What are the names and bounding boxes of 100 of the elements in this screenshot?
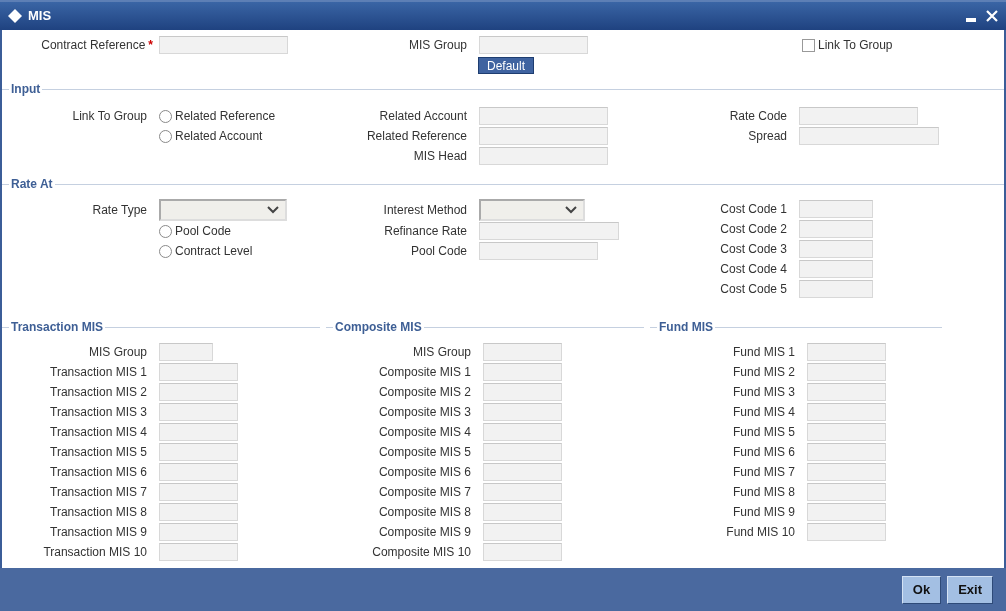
field-label: Fund MIS 4 xyxy=(731,404,796,421)
input-field[interactable] xyxy=(807,363,886,381)
input-field[interactable] xyxy=(479,107,608,125)
field-label: Link To Group xyxy=(71,108,148,125)
minimize-icon[interactable] xyxy=(966,18,976,22)
field-label: Transaction MIS 5 xyxy=(49,444,148,461)
field-label: Transaction MIS 8 xyxy=(49,504,148,521)
field-label: Transaction MIS 9 xyxy=(49,524,148,541)
input-field[interactable] xyxy=(807,443,886,461)
field-label: Transaction MIS 7 xyxy=(49,484,148,501)
dropdown-field[interactable] xyxy=(159,199,287,221)
input-field[interactable] xyxy=(807,403,886,421)
field-label: MIS Group xyxy=(87,344,148,361)
section-title: Input xyxy=(10,81,42,98)
radio-button[interactable] xyxy=(159,129,172,143)
input-field[interactable] xyxy=(799,260,873,278)
input-field[interactable] xyxy=(159,403,238,421)
field-label: Cost Code 2 xyxy=(719,221,788,238)
input-field[interactable] xyxy=(799,107,918,125)
input-field[interactable] xyxy=(807,523,886,541)
input-field[interactable] xyxy=(159,523,238,541)
input-field[interactable] xyxy=(483,363,562,381)
input-field[interactable] xyxy=(799,200,873,218)
field-label: Fund MIS 7 xyxy=(731,464,796,481)
input-field[interactable] xyxy=(483,403,562,421)
close-icon[interactable] xyxy=(986,10,998,22)
radio-label[interactable]: Pool Code xyxy=(175,222,232,240)
input-field[interactable] xyxy=(799,220,873,238)
input-field[interactable] xyxy=(483,423,562,441)
input-field[interactable] xyxy=(807,463,886,481)
input-field[interactable] xyxy=(483,503,562,521)
radio-button[interactable] xyxy=(159,244,172,258)
checkbox-label[interactable]: Link To Group xyxy=(818,36,893,54)
diamond-icon xyxy=(8,9,22,23)
input-field[interactable] xyxy=(483,543,562,561)
radio-label[interactable]: Contract Level xyxy=(175,242,253,260)
input-field[interactable] xyxy=(479,242,598,260)
input-field[interactable] xyxy=(159,36,288,54)
input-field[interactable] xyxy=(479,36,588,54)
field-label: Transaction MIS 3 xyxy=(49,404,148,421)
radio-label[interactable]: Related Reference xyxy=(175,107,276,125)
ok-button[interactable]: Ok xyxy=(901,575,942,604)
input-field[interactable] xyxy=(159,543,238,561)
field-label: Fund MIS 1 xyxy=(731,344,796,361)
field-label: Related Reference xyxy=(365,128,468,145)
field-label: Composite MIS 2 xyxy=(377,384,472,401)
input-field[interactable] xyxy=(807,423,886,441)
field-label: MIS Head xyxy=(412,148,468,165)
radio-label[interactable]: Related Account xyxy=(175,127,263,145)
exit-button[interactable]: Exit xyxy=(947,575,993,604)
field-label: Composite MIS 8 xyxy=(377,504,472,521)
field-label: Spread xyxy=(747,128,788,145)
radio-button[interactable] xyxy=(159,109,172,123)
field-label: Composite MIS 1 xyxy=(377,364,472,381)
input-field[interactable] xyxy=(159,343,213,361)
input-field[interactable] xyxy=(483,483,562,501)
input-field[interactable] xyxy=(159,383,238,401)
default-button[interactable]: Default xyxy=(478,57,535,74)
field-label: Related Account xyxy=(378,108,468,125)
input-field[interactable] xyxy=(483,383,562,401)
radio-button[interactable] xyxy=(159,224,172,238)
field-label: Pool Code xyxy=(409,243,468,260)
input-field[interactable] xyxy=(807,383,886,401)
section-title: Transaction MIS xyxy=(10,319,105,336)
input-field[interactable] xyxy=(483,463,562,481)
dropdown-field[interactable] xyxy=(479,199,585,221)
input-field[interactable] xyxy=(799,280,873,298)
input-field[interactable] xyxy=(807,503,886,521)
field-label: Cost Code 5 xyxy=(719,281,788,298)
field-label: Composite MIS 3 xyxy=(377,404,472,421)
input-field[interactable] xyxy=(479,222,619,240)
field-label: Refinance Rate xyxy=(383,223,468,240)
input-field[interactable] xyxy=(159,483,238,501)
input-field[interactable] xyxy=(483,343,562,361)
field-label: Composite MIS 9 xyxy=(377,524,472,541)
input-field[interactable] xyxy=(807,343,886,361)
input-field[interactable] xyxy=(483,443,562,461)
field-label: Fund MIS 8 xyxy=(731,484,796,501)
field-label: Fund MIS 3 xyxy=(731,384,796,401)
input-field[interactable] xyxy=(807,483,886,501)
input-field[interactable] xyxy=(479,147,608,165)
input-field[interactable] xyxy=(159,443,238,461)
input-field[interactable] xyxy=(159,503,238,521)
input-field[interactable] xyxy=(159,463,238,481)
field-label: Transaction MIS 6 xyxy=(49,464,148,481)
input-field[interactable] xyxy=(159,423,238,441)
input-field[interactable] xyxy=(799,240,873,258)
input-field[interactable] xyxy=(159,363,238,381)
section-title: Rate At xyxy=(10,176,54,193)
input-field[interactable] xyxy=(479,127,608,145)
field-label: MIS Group xyxy=(411,344,472,361)
checkbox[interactable] xyxy=(802,38,815,52)
input-field[interactable] xyxy=(799,127,939,145)
field-label: Contract Reference xyxy=(41,38,146,52)
field-label: Composite MIS 7 xyxy=(377,484,472,501)
field-label: Transaction MIS 4 xyxy=(49,424,148,441)
field-label: Rate Code xyxy=(728,108,788,125)
field-label: Composite MIS 5 xyxy=(377,444,472,461)
input-field[interactable] xyxy=(483,523,562,541)
field-label: Transaction MIS 10 xyxy=(42,544,148,561)
